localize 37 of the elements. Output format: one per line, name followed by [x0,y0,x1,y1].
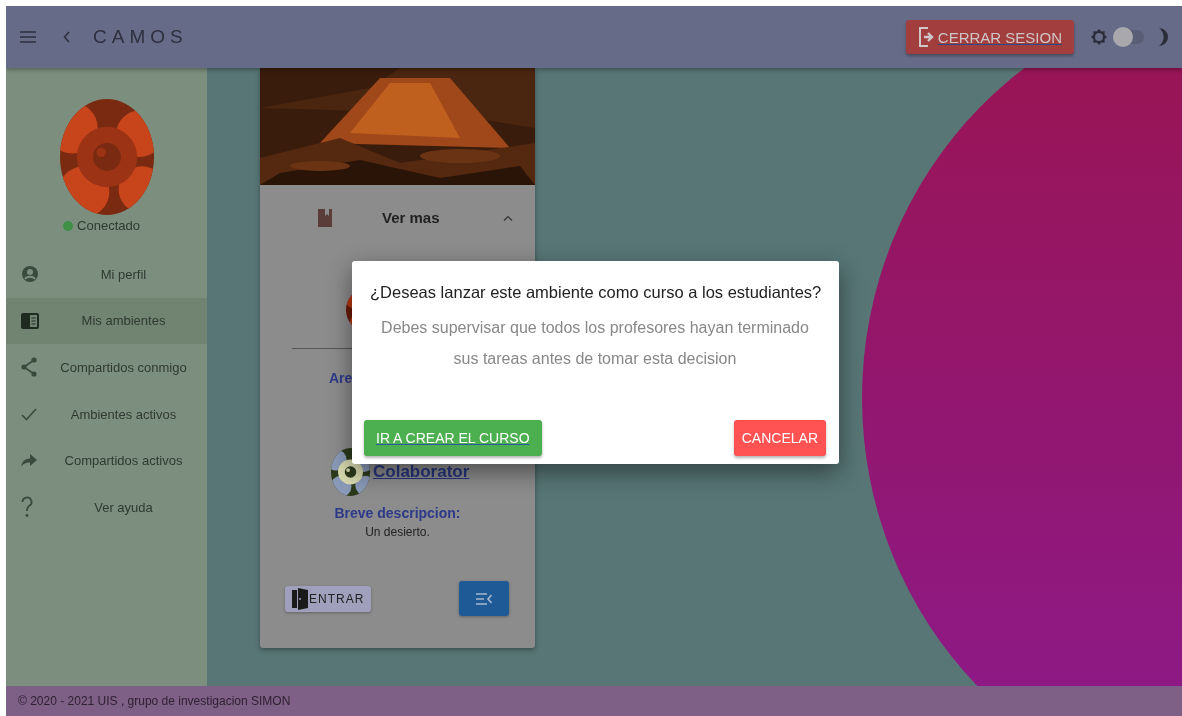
book-icon [21,312,39,329]
check-icon [21,407,37,421]
description-text: Un desierto. [364,525,431,539]
collaborator-link[interactable]: Colaborator [373,462,470,482]
nav-item[interactable]: Compartidos conmigo [6,344,207,391]
area-label: Are [329,370,354,386]
door-icon [292,587,308,610]
create-course-button[interactable]: IR A CREAR EL CURSO [364,420,542,456]
nav-item[interactable]: Mi perfil [6,251,207,298]
section-title: Ver mas [382,209,441,226]
theme-switch[interactable] [1114,30,1144,44]
menu-open-button[interactable] [459,581,509,616]
nav-item[interactable]: Ambientes activos [6,390,207,438]
menu-open-icon [476,592,492,605]
book-icon [318,208,332,227]
nav-item[interactable]: Mis ambientes [6,297,207,345]
sun-icon [1090,28,1108,46]
copyright-text: © 2020 - 2021 UIS , grupo de investigacion SIMON [18,694,291,708]
nav-item[interactable]: Compartidos activos [6,437,207,484]
share-icon [21,357,37,378]
description-label: Breve descripcion: [333,505,462,521]
logout-button[interactable]: CERRAR SESION [905,20,1074,54]
nav-item[interactable]: Ver ayuda [6,483,207,531]
back-icon[interactable] [63,31,71,43]
forward-arrow-icon [21,454,37,468]
help-icon [21,496,33,519]
chevron-up-icon[interactable] [503,214,513,221]
app-title: CAMOS [93,26,188,48]
dialog-title: ¿Deseas lanzar este ambiente como curso a los estudiantes? [370,283,823,302]
moon-icon [1158,27,1168,47]
cancel-button[interactable]: CANCELAR [733,420,826,456]
dialog-message: Debes supervisar que todos los profesores hayan terminado sus tareas antes de tomar esta decision [380,318,810,369]
logout-icon [917,27,936,47]
account-icon [21,265,39,284]
status-label: Conectado [77,218,140,233]
enter-button[interactable]: ENTRAR [285,585,372,612]
menu-icon[interactable] [20,31,36,43]
